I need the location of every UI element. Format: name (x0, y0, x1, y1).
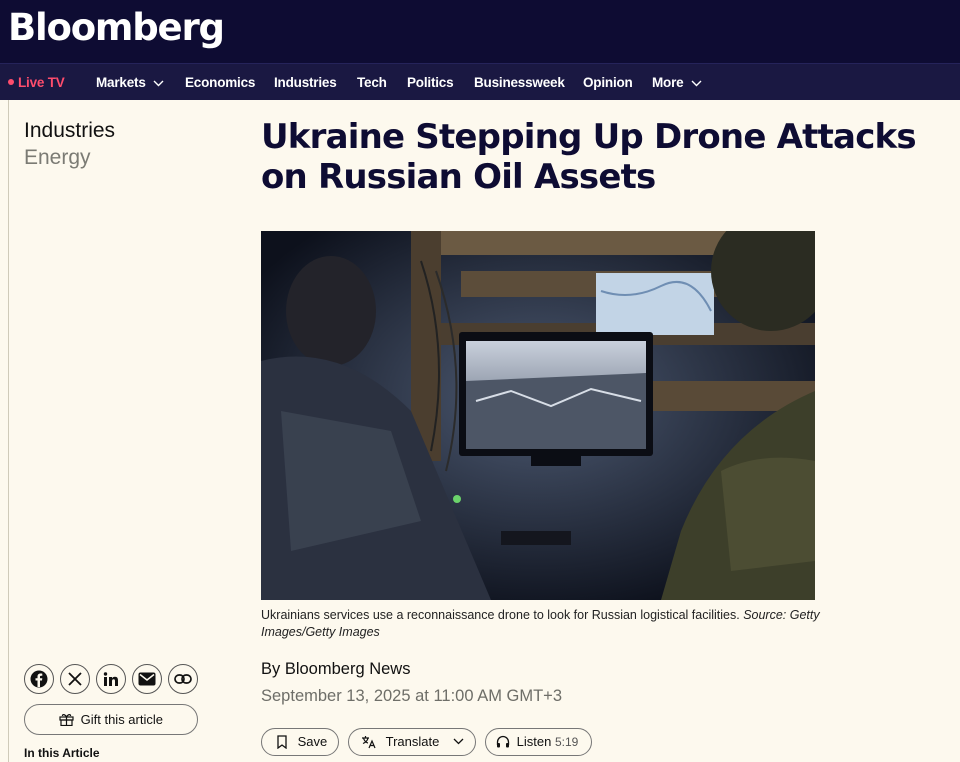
in-this-article-heading: In this Article (24, 746, 100, 760)
photo-caption: Ukrainians services use a reconnaissance… (261, 607, 821, 641)
gift-label: Gift this article (80, 712, 163, 727)
left-divider (8, 100, 9, 762)
nav-markets-label: Markets (96, 75, 146, 90)
chevron-down-icon (453, 738, 464, 745)
nav-economics[interactable]: Economics (185, 64, 255, 101)
chevron-down-icon (153, 80, 164, 87)
nav-industries[interactable]: Industries (274, 64, 337, 101)
translate-icon (362, 735, 376, 748)
headphones-icon (496, 735, 510, 748)
drone-operator-photo (261, 231, 815, 600)
gift-article-button[interactable]: Gift this article (24, 704, 198, 735)
save-button[interactable]: Save (261, 728, 339, 756)
caption-text: Ukrainians services use a reconnaissance… (261, 608, 740, 622)
share-copy-link[interactable] (168, 664, 198, 694)
listen-button[interactable]: Listen 5:19 (485, 728, 592, 756)
article-headline: Ukraine Stepping Up Drone Attacks on Rus… (261, 117, 917, 197)
top-header: Bloomberg (0, 0, 960, 63)
nav-businessweek[interactable]: Businessweek (474, 64, 565, 101)
article-photo (261, 231, 815, 600)
bookmark-icon (277, 734, 287, 749)
breadcrumb-subsection[interactable]: Energy (24, 145, 91, 171)
nav-markets[interactable]: Markets (96, 64, 164, 101)
linkedin-icon (103, 672, 118, 686)
chevron-down-icon (691, 80, 702, 87)
nav-tech[interactable]: Tech (357, 64, 387, 101)
listen-duration: 5:19 (554, 735, 579, 749)
translate-label: Translate (385, 734, 440, 749)
share-email[interactable] (132, 664, 162, 694)
email-icon (138, 672, 156, 686)
share-linkedin[interactable] (96, 664, 126, 694)
nav-opinion[interactable]: Opinion (583, 64, 633, 101)
save-label: Save (297, 734, 328, 749)
facebook-icon (30, 670, 48, 688)
nav-live-label: Live TV (18, 75, 65, 90)
nav-more[interactable]: More (652, 64, 702, 101)
link-icon (174, 674, 192, 684)
live-dot-icon (8, 79, 14, 86)
nav-more-label: More (652, 75, 684, 90)
nav-politics[interactable]: Politics (407, 64, 454, 101)
share-facebook[interactable] (24, 664, 54, 694)
share-x[interactable] (60, 664, 90, 694)
listen-label: Listen (516, 734, 552, 749)
breadcrumb-section[interactable]: Industries (24, 118, 115, 144)
gift-icon (59, 714, 74, 727)
bloomberg-logo[interactable]: Bloomberg (8, 4, 225, 52)
byline[interactable]: By Bloomberg News (261, 660, 410, 679)
main-nav: Live TV Markets Economics Industries Tec… (0, 63, 960, 100)
x-icon (68, 672, 82, 686)
translate-button[interactable]: Translate (348, 728, 476, 756)
publish-date: September 13, 2025 at 11:00 AM GMT+3 (261, 687, 562, 705)
nav-live-tv[interactable]: Live TV (8, 64, 65, 101)
